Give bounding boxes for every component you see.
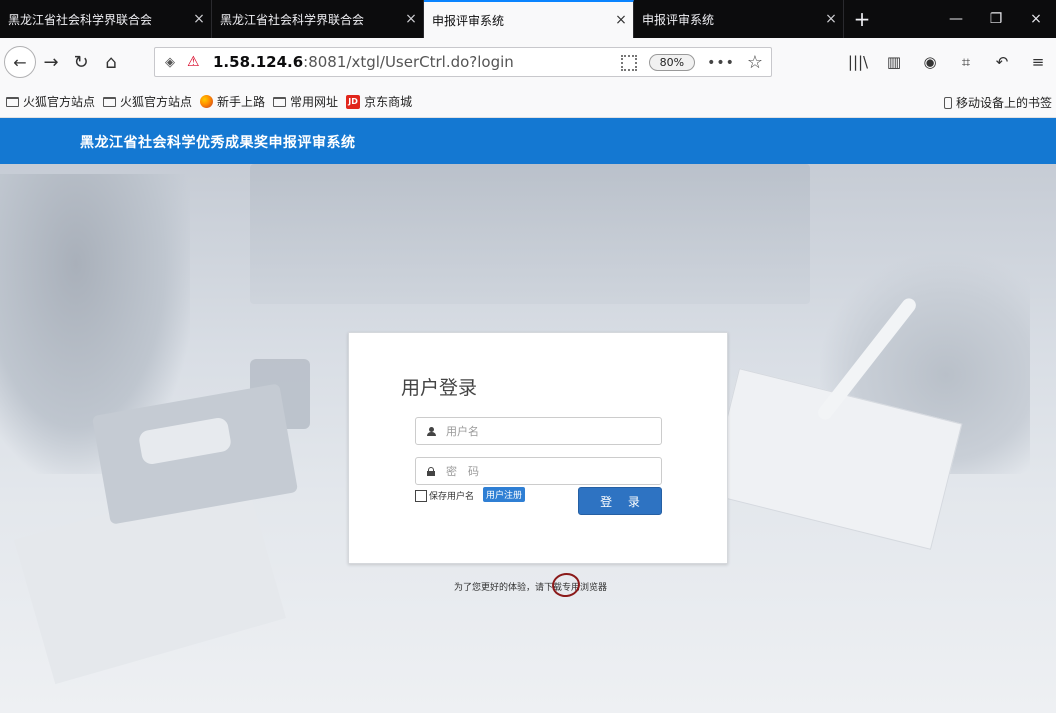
bookmark-item[interactable]: 火狐官方站点 <box>6 93 95 110</box>
url-path: :8081/xtgl/UserCtrl.do?login <box>303 53 514 71</box>
forward-button[interactable]: → <box>36 47 66 77</box>
new-tab-button[interactable]: + <box>844 0 880 38</box>
username-input[interactable] <box>446 418 661 444</box>
library-icon[interactable]: |||\ <box>840 47 876 77</box>
background-monitor <box>250 164 810 304</box>
shield-icon[interactable]: ◈ <box>165 55 187 70</box>
bookmark-item[interactable]: 火狐官方站点 <box>103 93 192 110</box>
restore-button[interactable]: ❐ <box>976 0 1016 38</box>
browser-download-hint: 为了您更好的体验，请下载专用浏览器 <box>454 583 608 593</box>
menu-icon[interactable]: ≡ <box>1020 47 1056 77</box>
screenshot-icon[interactable]: ⌗ <box>948 47 984 77</box>
extension-icon[interactable]: ◉ <box>912 47 948 77</box>
jd-logo-icon: JD <box>346 94 361 109</box>
bookmark-label: 京东商城 <box>364 95 413 109</box>
url-bar[interactable]: ◈ ⚠ 1.58.124.6 :8081/xtgl/UserCtrl.do?lo… <box>154 47 772 77</box>
undo-icon[interactable]: ↶ <box>984 47 1020 77</box>
bookmark-label: 火狐官方站点 <box>23 95 96 109</box>
folder-icon <box>6 96 19 107</box>
url-host: 1.58.124.6 <box>213 53 304 71</box>
back-button[interactable]: ← <box>4 46 36 78</box>
tab-2[interactable]: 黑龙江省社会科学界联合会 × <box>212 0 424 38</box>
close-icon[interactable]: × <box>187 11 211 27</box>
tab-title: 申报评审系统 <box>432 13 505 28</box>
tab-strip-spacer <box>880 0 936 38</box>
firefox-icon <box>200 95 214 108</box>
reload-button[interactable]: ↻ <box>66 47 96 77</box>
mobile-bookmarks-label: 移动设备上的书签 <box>955 96 1052 110</box>
remember-username[interactable]: 保存用户名 <box>415 489 474 502</box>
lock-icon <box>416 458 446 484</box>
close-icon[interactable]: × <box>819 11 843 27</box>
username-field[interactable] <box>415 417 662 445</box>
navigation-toolbar: ← → ↻ ⌂ ◈ ⚠ 1.58.124.6 :8081/xtgl/UserCt… <box>0 38 1056 86</box>
home-button[interactable]: ⌂ <box>96 47 126 77</box>
zoom-level[interactable]: 80% <box>648 54 696 71</box>
bookmark-star-icon[interactable]: ☆ <box>747 52 763 73</box>
tab-strip: 黑龙江省社会科学界联合会 × 黑龙江省社会科学界联合会 × 申报评审系统 × 申… <box>0 0 1056 38</box>
login-button[interactable]: 登 录 <box>578 487 662 515</box>
bookmark-label: 火狐官方站点 <box>120 95 193 109</box>
login-card: 用户登录 保存用户名 用户注册 登 录 <box>348 332 728 564</box>
bookmark-item[interactable]: 常用网址 <box>273 93 338 110</box>
url-actions: 80% ••• ☆ <box>620 52 763 73</box>
qr-code-icon[interactable] <box>620 54 637 71</box>
minimize-button[interactable]: — <box>936 0 976 38</box>
user-icon <box>416 418 446 444</box>
folder-icon <box>273 96 287 107</box>
register-button[interactable]: 用户注册 <box>483 487 526 502</box>
bookmark-label: 新手上路 <box>217 95 266 109</box>
tab-title: 申报评审系统 <box>642 12 715 27</box>
tab-1[interactable]: 黑龙江省社会科学界联合会 × <box>0 0 212 38</box>
phone-icon <box>943 96 952 109</box>
tab-title: 黑龙江省社会科学界联合会 <box>8 12 153 27</box>
tab-3-active[interactable]: 申报评审系统 × <box>424 0 634 38</box>
sidebar-icon[interactable]: ▥ <box>876 47 912 77</box>
folder-icon <box>103 96 117 107</box>
site-title: 黑龙江省社会科学优秀成果奖申报评审系统 <box>80 135 356 151</box>
login-title: 用户登录 <box>401 377 478 399</box>
remember-label: 保存用户名 <box>429 492 475 502</box>
bookmark-label: 常用网址 <box>290 95 339 109</box>
window-close-button[interactable]: × <box>1016 0 1056 38</box>
close-icon[interactable]: × <box>609 12 633 28</box>
site-header: 黑龙江省社会科学优秀成果奖申报评审系统 <box>0 118 1056 164</box>
bookmark-item[interactable]: 新手上路 <box>200 93 265 110</box>
password-field[interactable] <box>415 457 662 485</box>
bookmark-item[interactable]: JD 京东商城 <box>346 93 412 110</box>
bookmarks-bar: 火狐官方站点 火狐官方站点 新手上路 常用网址 JD 京东商城 移动设备上的书签 <box>0 86 1056 118</box>
insecure-lock-icon[interactable]: ⚠ <box>187 54 213 70</box>
more-actions-icon[interactable]: ••• <box>707 55 735 71</box>
password-input[interactable] <box>446 458 661 484</box>
mobile-bookmarks[interactable]: 移动设备上的书签 <box>943 94 1052 111</box>
tab-4[interactable]: 申报评审系统 × <box>634 0 844 38</box>
close-icon[interactable]: × <box>399 11 423 27</box>
toolbar-icons: |||\ ▥ ◉ ⌗ ↶ ≡ <box>840 47 1056 77</box>
remember-checkbox[interactable] <box>415 489 427 502</box>
tab-title: 黑龙江省社会科学界联合会 <box>220 12 365 27</box>
